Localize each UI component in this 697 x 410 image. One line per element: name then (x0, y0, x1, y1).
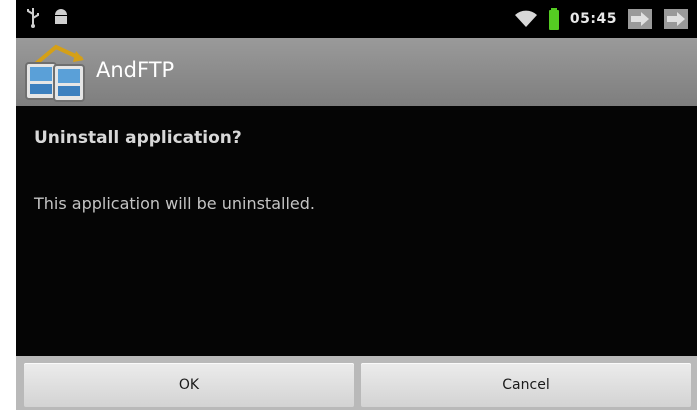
status-time: 05:45 (569, 11, 617, 27)
dialog-title: Uninstall application? (34, 128, 242, 148)
dialog-body: Uninstall application? This application … (16, 106, 697, 356)
notification-icon[interactable] (627, 8, 653, 30)
usb-icon (27, 8, 39, 28)
dialog-title-bar: AndFTP (16, 38, 697, 106)
status-bar: 05:45 (16, 0, 697, 38)
battery-icon (548, 8, 559, 30)
andftp-app-icon (25, 44, 85, 102)
cancel-button[interactable]: Cancel (361, 363, 691, 407)
app-title: AndFTP (96, 58, 175, 82)
ok-button[interactable]: OK (24, 363, 354, 407)
wifi-icon (514, 10, 537, 27)
android-debug-icon (55, 9, 67, 24)
notification-icon[interactable] (663, 8, 689, 30)
device-screen: 05:45 AndFTP Uninstall application? This… (16, 0, 697, 410)
dialog-button-bar: OK Cancel (16, 356, 697, 410)
dialog-message: This application will be uninstalled. (34, 194, 315, 213)
